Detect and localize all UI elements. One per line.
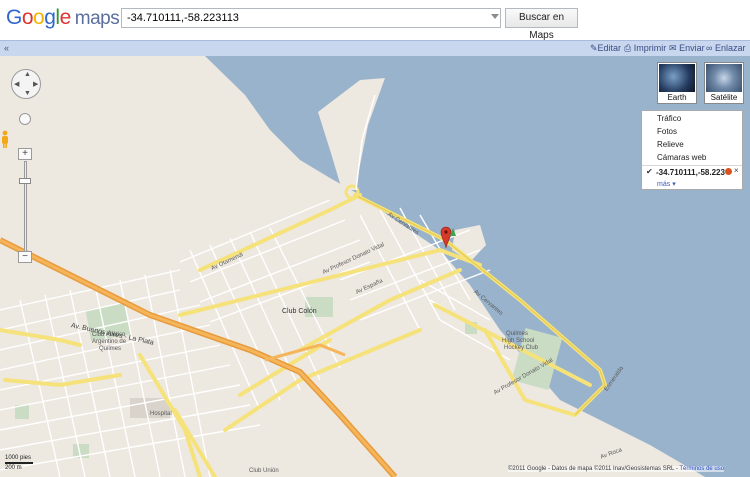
label-club-colon[interactable]: Club Colón — [282, 308, 317, 315]
pan-right-icon[interactable]: ▶ — [33, 80, 38, 88]
close-icon[interactable]: × — [734, 166, 739, 175]
chevron-down-icon: ▾ — [672, 181, 676, 188]
email-label: Enviar — [679, 43, 705, 53]
scale-bar — [5, 462, 33, 464]
top-bar: Google maps -34.710111,-58.223113 Buscar … — [0, 0, 750, 41]
earth-button[interactable]: Earth — [657, 62, 697, 104]
search-input[interactable]: -34.710111,-58.223113 — [121, 8, 501, 28]
copyright-notice: ©2011 Google - Datos de mapa ©2011 Inav/… — [508, 466, 725, 472]
envelope-icon: ✉ — [669, 43, 677, 53]
checkmark-icon: ✔ — [646, 167, 653, 176]
collapse-panel-icon[interactable]: « — [4, 43, 9, 53]
layer-photos[interactable]: Fotos — [657, 127, 677, 136]
scale-meters: 200 m — [5, 465, 22, 471]
zoom-slider-thumb[interactable] — [19, 178, 31, 184]
more-layers-link[interactable]: más ▾ — [657, 180, 676, 188]
earth-label: Earth — [667, 93, 687, 102]
satellite-thumbnail — [706, 64, 742, 92]
layer-traffic[interactable]: Tráfico — [657, 114, 681, 123]
more-layers-label: más — [657, 181, 671, 188]
map-canvas[interactable]: Club Colón Club Atlético Argentino de Qu… — [0, 56, 750, 477]
pan-up-icon[interactable]: ▲ — [24, 71, 31, 78]
terms-link[interactable]: Términos de uso — [679, 466, 724, 472]
pan-control[interactable]: ▲ ▼ ◀ ▶ — [11, 69, 41, 99]
label-hospital: Hospital — [150, 411, 172, 417]
label-hockey-club: Hockey Club — [504, 345, 539, 351]
print-label: Imprimir — [633, 43, 667, 53]
label-high-school: High School — [502, 338, 535, 344]
pencil-icon: ✎ — [590, 43, 598, 53]
chain-link-icon: ∞ — [706, 43, 713, 53]
layer-webcams[interactable]: Cámaras web — [657, 153, 706, 162]
zoom-in-button[interactable]: + — [18, 148, 32, 160]
label-club-union: Club Unión — [249, 468, 279, 474]
earth-thumbnail — [659, 64, 695, 92]
logo-google-text: Google — [6, 6, 71, 29]
marker-dot-icon — [725, 168, 732, 175]
map-graphics — [0, 56, 750, 477]
layer-coordinate[interactable]: -34.710111,-58.223 — [656, 168, 725, 177]
layer-terrain[interactable]: Relieve — [657, 140, 684, 149]
label-quilmes: Quilmes — [99, 346, 122, 352]
copyright-text: ©2011 Google - Datos de mapa ©2011 Inav/… — [508, 466, 678, 472]
google-maps-logo[interactable]: Google maps — [6, 6, 120, 30]
logo-maps-text: maps — [74, 8, 120, 29]
pegman-icon[interactable] — [0, 130, 10, 148]
satellite-button[interactable]: Satélite — [704, 62, 744, 104]
search-button[interactable]: Buscar en Maps — [505, 8, 578, 41]
printer-icon: ⎙ — [624, 43, 632, 53]
compass-icon[interactable] — [19, 113, 31, 125]
edit-label: Editar — [597, 43, 622, 53]
layers-menu-divider — [642, 165, 742, 166]
zoom-slider-track[interactable] — [24, 161, 27, 253]
map-toolbar: « ✎Editar ⎙ Imprimir ✉ Enviar ∞ Enlazar — [0, 40, 750, 56]
scale-feet: 1000 pies — [5, 455, 32, 461]
search-dropdown-icon[interactable] — [491, 14, 499, 19]
email-link[interactable]: ✉ Enviar — [669, 43, 705, 54]
edit-link[interactable]: ✎Editar — [590, 43, 621, 54]
pan-left-icon[interactable]: ◀ — [14, 80, 19, 88]
satellite-label: Satélite — [710, 93, 738, 102]
print-link[interactable]: ⎙ Imprimir — [624, 43, 666, 54]
layers-menu: Tráfico Fotos Relieve Cámaras web ✔ -34.… — [641, 110, 743, 190]
pan-down-icon[interactable]: ▼ — [24, 90, 31, 97]
label-quilmes-school[interactable]: Quilmes — [506, 331, 528, 337]
zoom-out-button[interactable]: − — [18, 251, 32, 263]
link-link[interactable]: ∞ Enlazar — [706, 43, 745, 53]
link-label: Enlazar — [714, 43, 746, 53]
